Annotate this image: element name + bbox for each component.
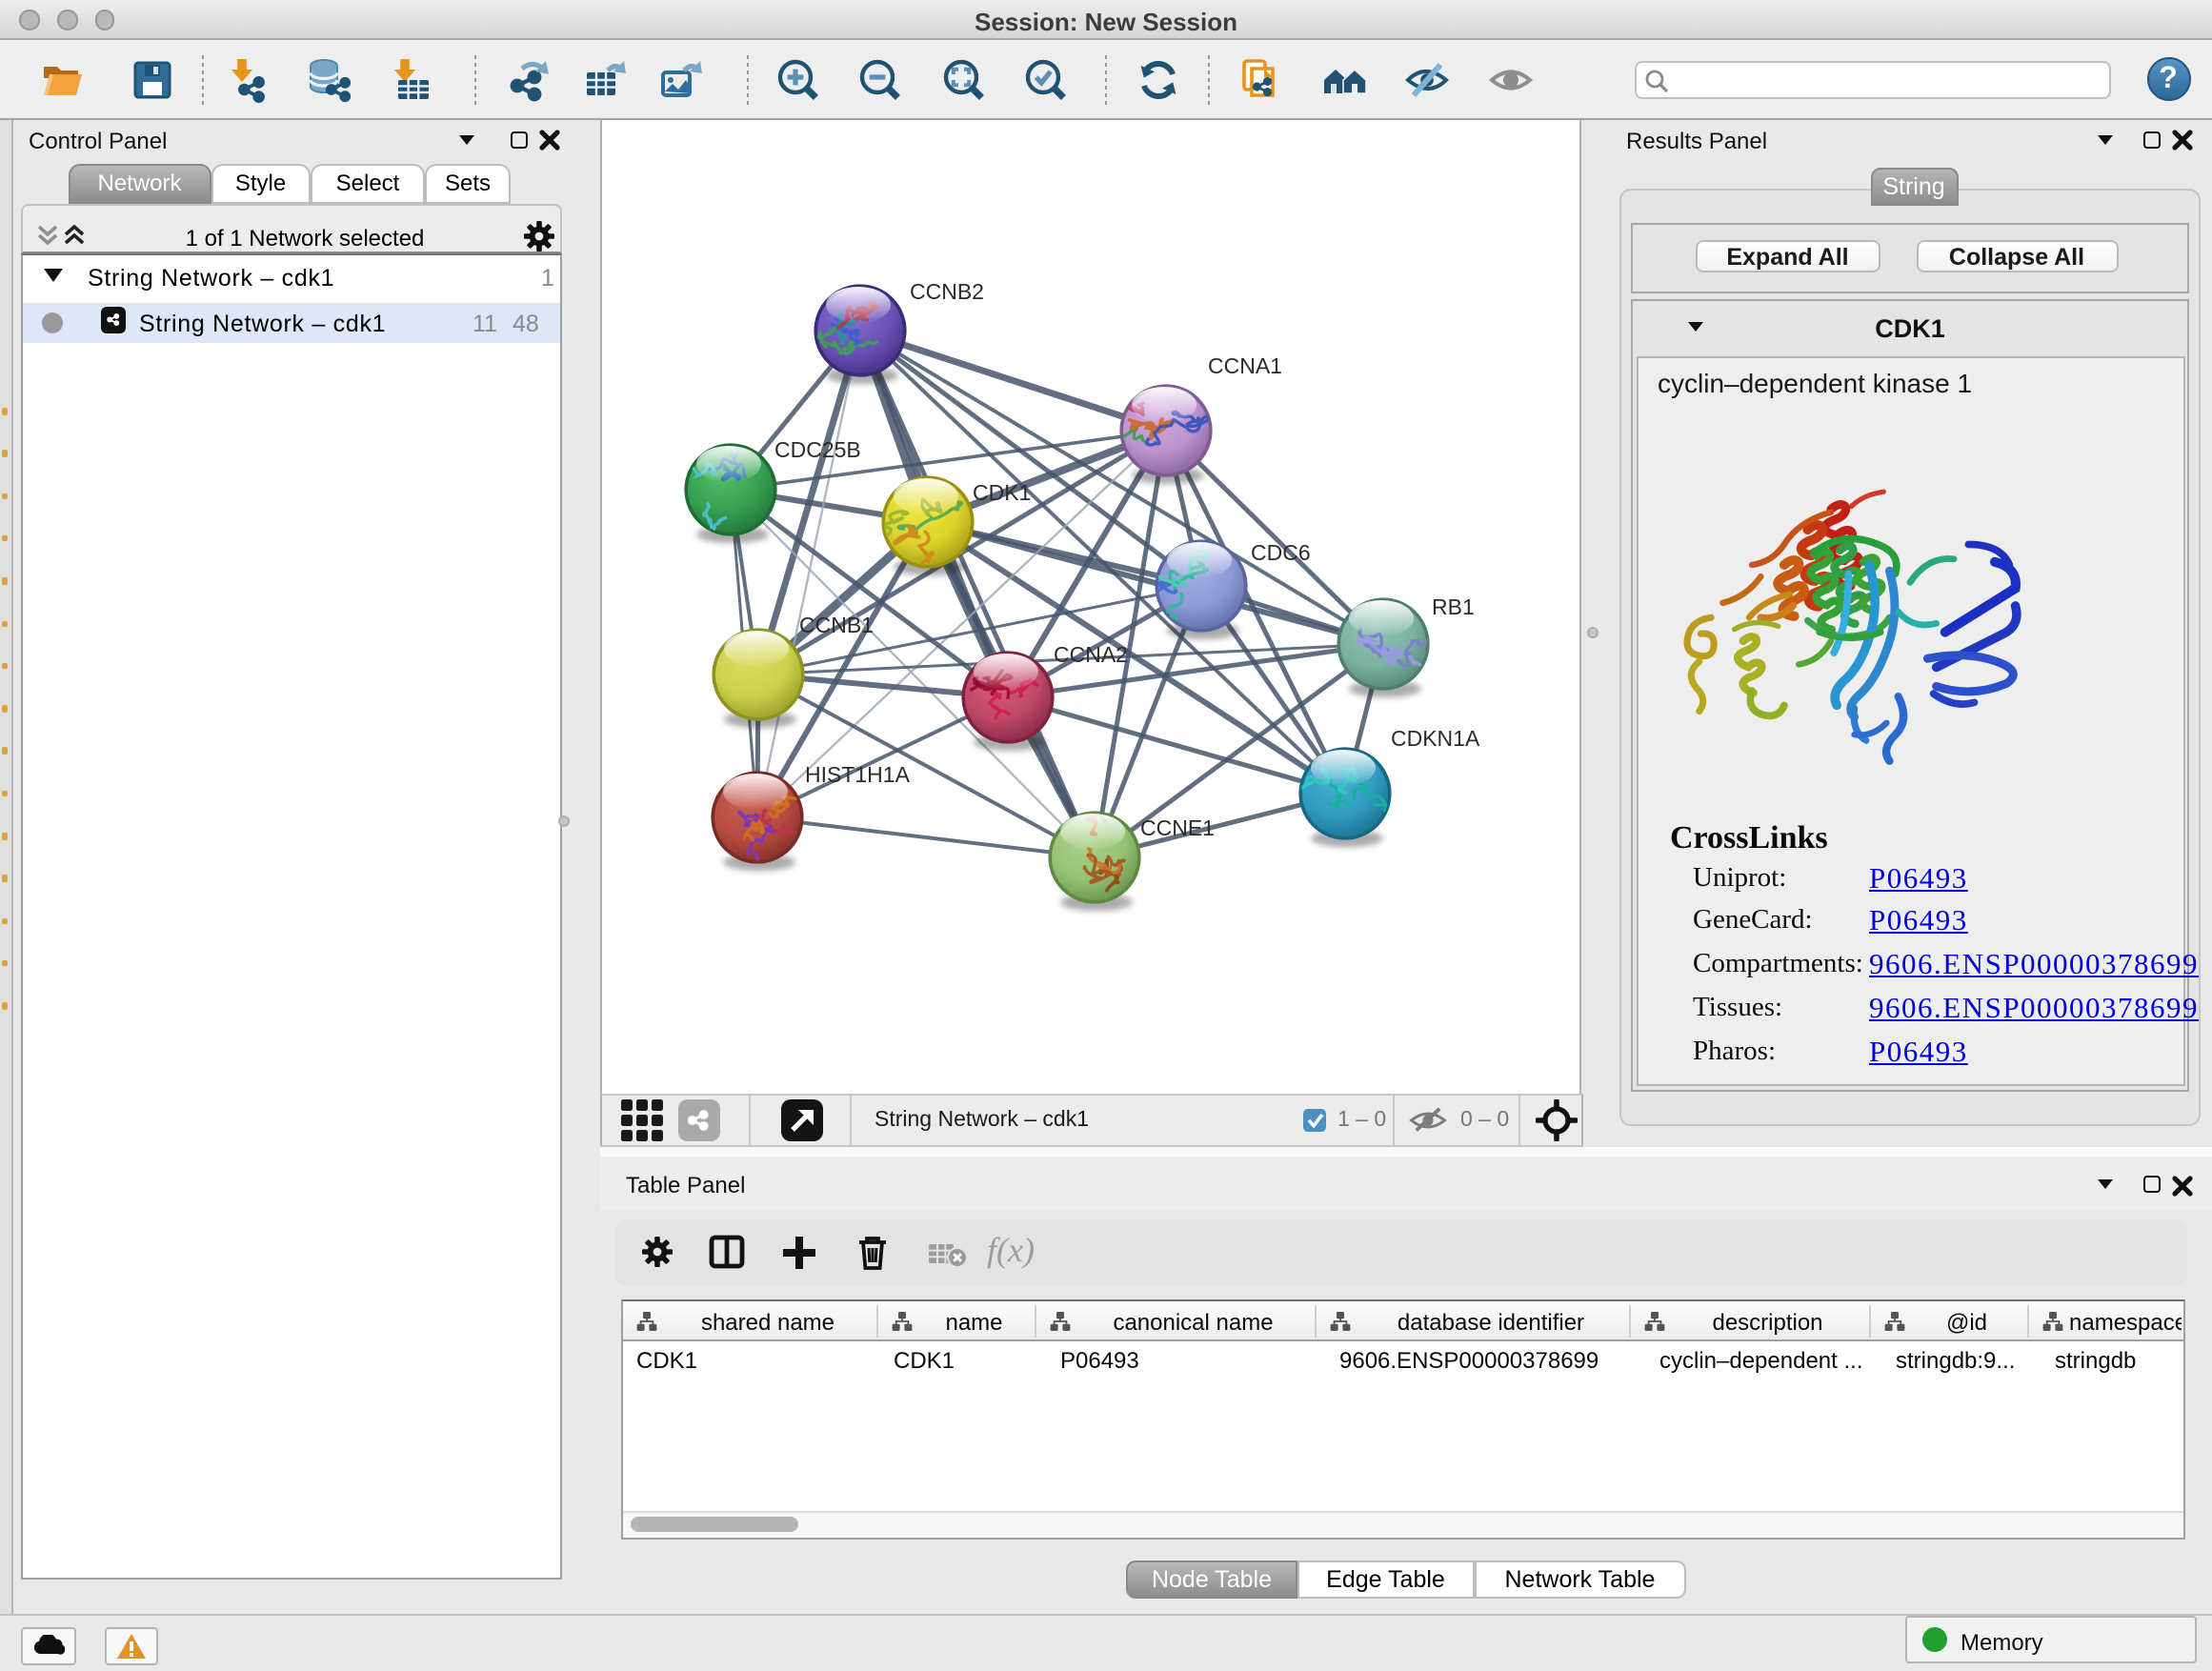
svg-text:RB1: RB1 (1432, 594, 1475, 618)
svg-text:HIST1H1A: HIST1H1A (805, 761, 911, 786)
svg-text:CDK1: CDK1 (973, 479, 1031, 504)
svg-text:CDC6: CDC6 (1251, 539, 1311, 564)
svg-text:CCNA2: CCNA2 (1054, 641, 1128, 666)
svg-text:CCNE1: CCNE1 (1140, 815, 1215, 839)
svg-text:CCNA1: CCNA1 (1208, 352, 1282, 377)
svg-text:CCNB2: CCNB2 (910, 278, 984, 303)
svg-text:CDKN1A: CDKN1A (1391, 725, 1480, 750)
svg-text:CCNB1: CCNB1 (799, 612, 874, 636)
svg-text:CDC25B: CDC25B (774, 436, 861, 461)
